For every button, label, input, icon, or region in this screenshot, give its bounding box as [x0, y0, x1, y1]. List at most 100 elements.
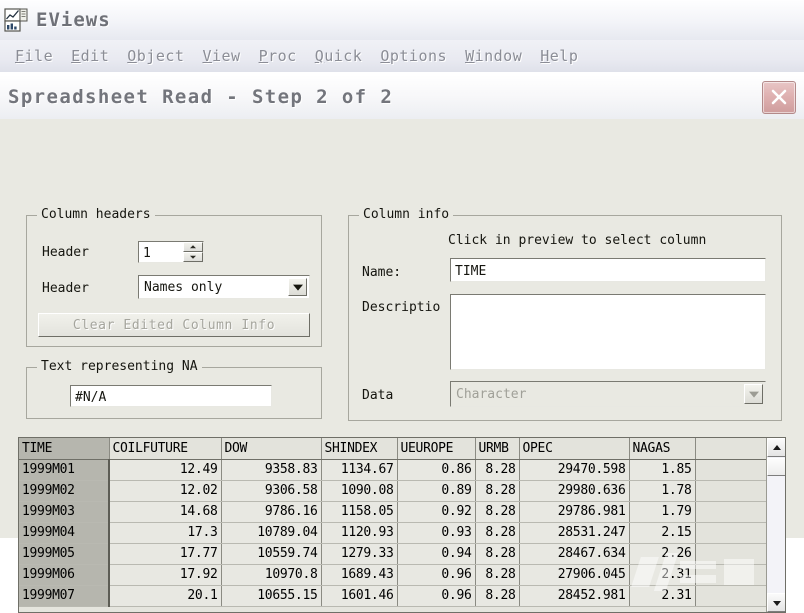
spinner-up-button[interactable] — [183, 242, 203, 252]
chevron-up-icon[interactable] — [767, 438, 785, 457]
cell-opec[interactable]: 28531.247 — [519, 522, 630, 544]
table-row[interactable]: 1999M03 14.68 9786.16 1158.05 0.92 8.28 … — [19, 501, 767, 523]
cell-urmb[interactable]: 8.28 — [475, 585, 520, 607]
table-row[interactable]: 1999M05 17.77 10559.74 1279.33 0.94 8.28… — [19, 543, 767, 565]
cell-shindex[interactable]: 1279.33 — [321, 543, 398, 565]
cell-opec[interactable]: 29470.598 — [519, 459, 630, 481]
column-header-coilfuture[interactable]: COILFUTURE — [109, 438, 222, 460]
menu-item-file[interactable]: File — [6, 45, 62, 68]
cell-empty[interactable] — [695, 543, 767, 565]
cell-dow[interactable]: 9786.16 — [221, 501, 322, 523]
close-button[interactable] — [762, 81, 796, 114]
cell-ueurope[interactable]: 0.96 — [397, 564, 476, 586]
cell-time[interactable]: 1999M04 — [19, 522, 110, 544]
table-row[interactable]: 1999M02 12.02 9306.58 1090.08 0.89 8.28 … — [19, 480, 767, 502]
cell-shindex[interactable]: 1689.43 — [321, 564, 398, 586]
column-header-urmb[interactable]: URMB — [475, 438, 520, 460]
column-header-empty[interactable] — [695, 438, 767, 460]
scrollbar-thumb[interactable] — [767, 458, 785, 476]
column-name-input[interactable]: TIME — [450, 258, 766, 282]
cell-empty[interactable] — [695, 480, 767, 502]
header-type-combobox[interactable]: Names only — [138, 275, 310, 299]
menu-item-view[interactable]: View — [193, 45, 249, 68]
cell-nagas[interactable]: 2.31 — [629, 585, 696, 607]
cell-shindex[interactable]: 1120.93 — [321, 522, 398, 544]
cell-dow[interactable]: 9306.58 — [221, 480, 322, 502]
cell-empty[interactable] — [695, 501, 767, 523]
chevron-down-icon[interactable] — [744, 384, 763, 404]
table-row[interactable]: 1999M04 17.3 10789.04 1120.93 0.93 8.28 … — [19, 522, 767, 544]
cell-empty[interactable] — [695, 585, 767, 607]
spreadsheet-preview[interactable]: TIME COILFUTURE DOW SHINDEX UEUROPE URMB… — [18, 437, 786, 613]
cell-ueurope[interactable]: 0.86 — [397, 459, 476, 481]
cell-coilfuture[interactable]: 17.77 — [109, 543, 222, 565]
cell-coilfuture[interactable]: 17.3 — [109, 522, 222, 544]
cell-opec[interactable]: 29980.636 — [519, 480, 630, 502]
menu-item-quick[interactable]: Quick — [306, 45, 372, 68]
cell-dow[interactable]: 10970.8 — [221, 564, 322, 586]
cell-coilfuture[interactable]: 12.49 — [109, 459, 222, 481]
cell-shindex[interactable]: 1090.08 — [321, 480, 398, 502]
cell-dow[interactable]: 10655.15 — [221, 585, 322, 607]
spinner-down-button[interactable] — [183, 252, 203, 262]
menu-item-edit[interactable]: Edit — [62, 45, 118, 68]
column-header-nagas[interactable]: NAGAS — [629, 438, 696, 460]
cell-time[interactable]: 1999M06 — [19, 564, 110, 586]
cell-empty[interactable] — [695, 564, 767, 586]
column-header-shindex[interactable]: SHINDEX — [321, 438, 398, 460]
cell-ueurope[interactable]: 0.89 — [397, 480, 476, 502]
cell-coilfuture[interactable]: 17.92 — [109, 564, 222, 586]
cell-urmb[interactable]: 8.28 — [475, 543, 520, 565]
cell-ueurope[interactable]: 0.96 — [397, 585, 476, 607]
column-data-type-combobox[interactable]: Character — [450, 381, 766, 407]
cell-shindex[interactable]: 1158.05 — [321, 501, 398, 523]
cell-empty[interactable] — [695, 522, 767, 544]
cell-dow[interactable]: 10559.74 — [221, 543, 322, 565]
cell-empty[interactable] — [695, 459, 767, 481]
table-row[interactable]: 1999M07 20.1 10655.15 1601.46 0.96 8.28 … — [19, 585, 767, 607]
cell-dow[interactable]: 10789.04 — [221, 522, 322, 544]
na-text-input[interactable]: #N/A — [70, 385, 272, 407]
cell-urmb[interactable]: 8.28 — [475, 522, 520, 544]
cell-time[interactable]: 1999M01 — [19, 459, 110, 481]
cell-urmb[interactable]: 8.28 — [475, 459, 520, 481]
cell-coilfuture[interactable]: 20.1 — [109, 585, 222, 607]
cell-urmb[interactable]: 8.28 — [475, 501, 520, 523]
cell-urmb[interactable]: 8.28 — [475, 564, 520, 586]
cell-ueurope[interactable]: 0.92 — [397, 501, 476, 523]
column-header-ueurope[interactable]: UEUROPE — [397, 438, 476, 460]
clear-edited-column-info-button[interactable]: Clear Edited Column Info — [38, 313, 310, 337]
menu-item-window[interactable]: Window — [456, 45, 531, 68]
menu-item-object[interactable]: Object — [118, 45, 193, 68]
menu-item-proc[interactable]: Proc — [250, 45, 306, 68]
cell-coilfuture[interactable]: 12.02 — [109, 480, 222, 502]
cell-ueurope[interactable]: 0.93 — [397, 522, 476, 544]
cell-time[interactable]: 1999M07 — [19, 585, 110, 607]
cell-urmb[interactable]: 8.28 — [475, 480, 520, 502]
cell-nagas[interactable]: 1.85 — [629, 459, 696, 481]
cell-opec[interactable]: 28452.981 — [519, 585, 630, 607]
cell-nagas[interactable]: 1.78 — [629, 480, 696, 502]
chevron-down-icon[interactable] — [288, 278, 307, 296]
cell-opec[interactable]: 29786.981 — [519, 501, 630, 523]
column-header-dow[interactable]: DOW — [221, 438, 322, 460]
column-description-textarea[interactable] — [450, 294, 766, 370]
menu-item-options[interactable]: Options — [371, 45, 456, 68]
cell-dow[interactable]: 9358.83 — [221, 459, 322, 481]
table-row[interactable]: 1999M06 17.92 10970.8 1689.43 0.96 8.28 … — [19, 564, 767, 586]
cell-coilfuture[interactable]: 14.68 — [109, 501, 222, 523]
header-count-spinner[interactable]: 1 — [138, 241, 204, 263]
cell-opec[interactable]: 28467.634 — [519, 543, 630, 565]
cell-nagas[interactable]: 2.15 — [629, 522, 696, 544]
chevron-down-icon[interactable] — [767, 593, 785, 612]
cell-nagas[interactable]: 2.26 — [629, 543, 696, 565]
cell-time[interactable]: 1999M03 — [19, 501, 110, 523]
column-header-opec[interactable]: OPEC — [519, 438, 630, 460]
table-row[interactable]: 1999M01 12.49 9358.83 1134.67 0.86 8.28 … — [19, 459, 767, 481]
cell-ueurope[interactable]: 0.94 — [397, 543, 476, 565]
preview-vertical-scrollbar[interactable] — [766, 438, 785, 612]
column-header-time[interactable]: TIME — [19, 438, 110, 460]
cell-nagas[interactable]: 1.79 — [629, 501, 696, 523]
cell-shindex[interactable]: 1601.46 — [321, 585, 398, 607]
menu-item-help[interactable]: Help — [531, 45, 587, 68]
